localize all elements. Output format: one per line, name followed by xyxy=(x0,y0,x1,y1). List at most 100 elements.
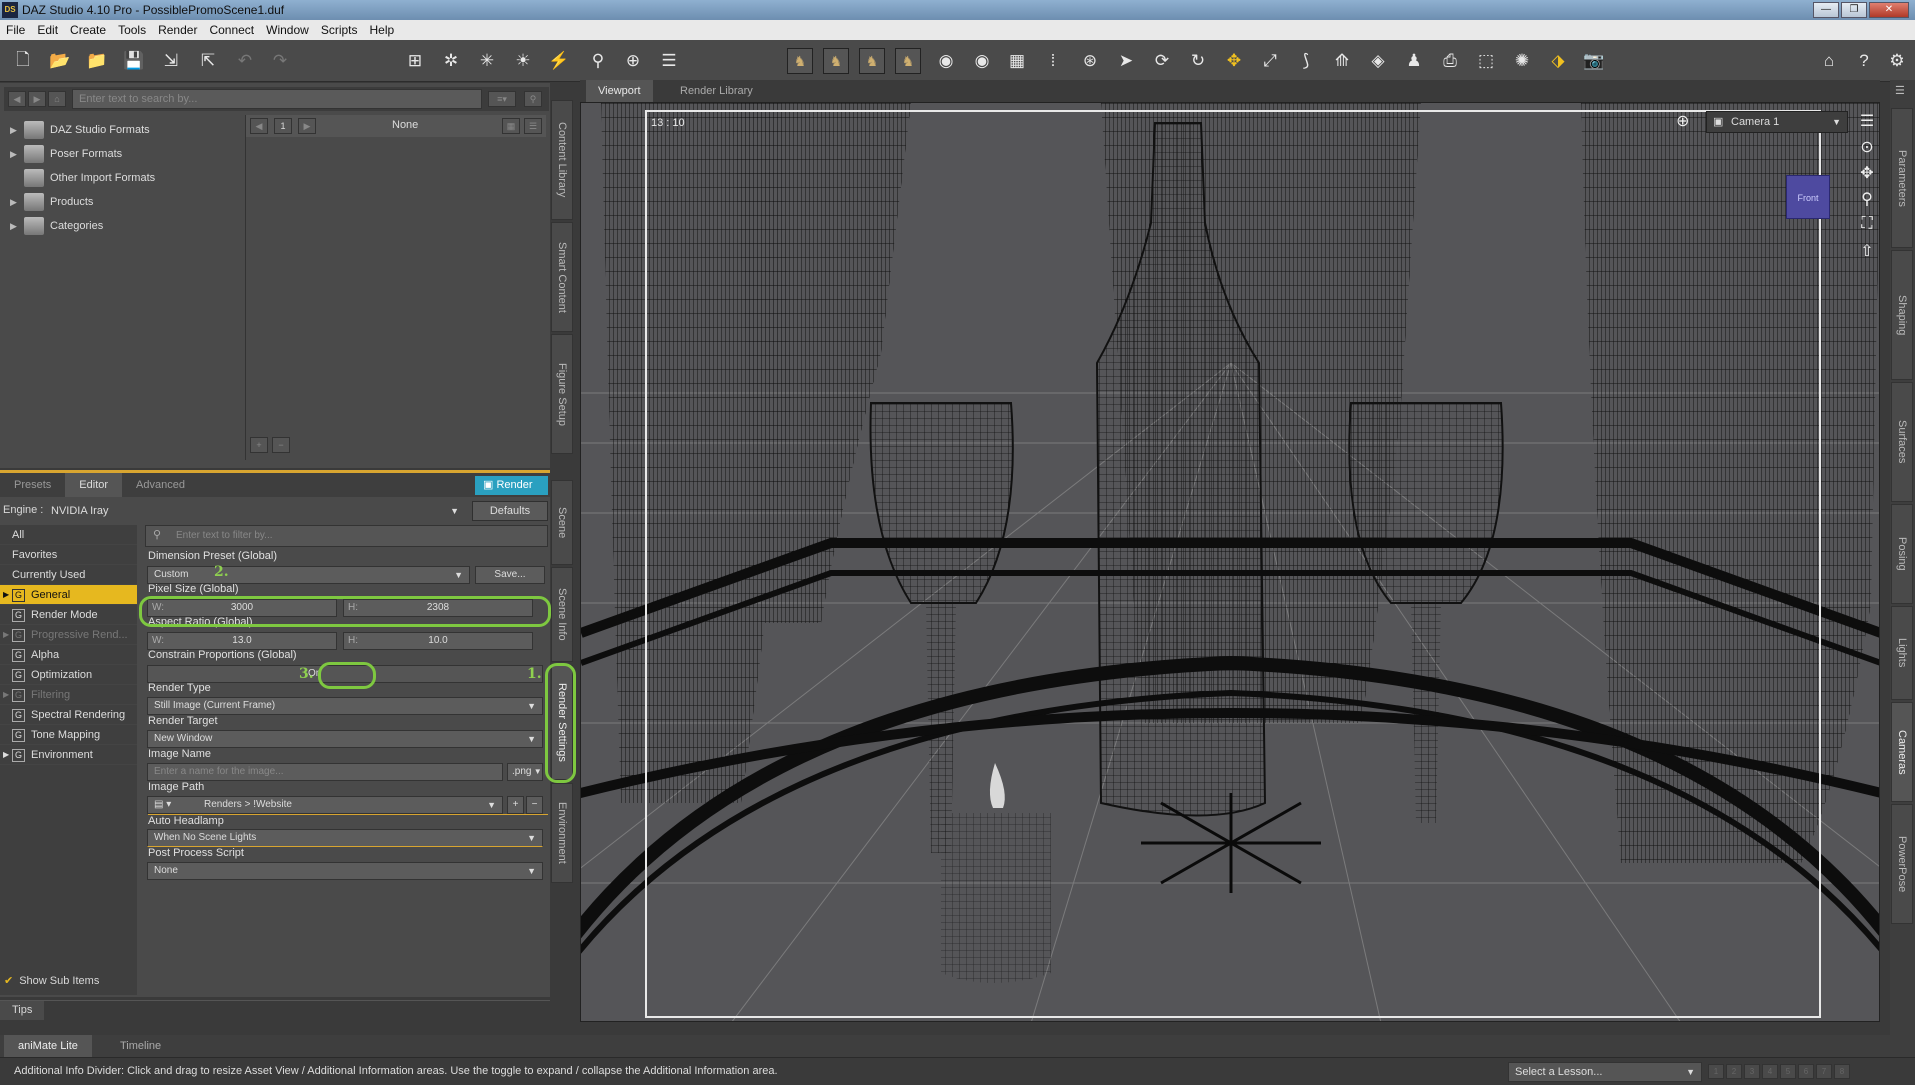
lesson-page[interactable]: 2 xyxy=(1726,1064,1742,1079)
scale-icon[interactable]: ⤢ xyxy=(1257,48,1283,74)
category-render-mode[interactable]: G Render Mode xyxy=(0,605,137,625)
lesson-page[interactable]: 4 xyxy=(1762,1064,1778,1079)
category-optimization[interactable]: G Optimization xyxy=(0,665,137,685)
navigation-cube[interactable]: Front xyxy=(1786,175,1830,219)
lock-camera-icon[interactable]: ⬗ xyxy=(1545,48,1571,74)
asset-filter-value[interactable]: None xyxy=(392,119,418,131)
grid-icon[interactable]: ⁞ xyxy=(1040,48,1066,74)
category-filtering[interactable]: ▶ G Filtering xyxy=(0,685,137,705)
tab-tips[interactable]: Tips xyxy=(0,1001,45,1020)
back-icon[interactable]: ◀ xyxy=(8,91,26,107)
category-spectral-rendering[interactable]: G Spectral Rendering xyxy=(0,705,137,725)
category-environment[interactable]: ▶ G Environment xyxy=(0,745,137,765)
camera-tool-icon[interactable]: ⎙ xyxy=(1437,48,1463,74)
filter-input[interactable]: Enter text to filter by... xyxy=(145,525,548,547)
tab-cameras[interactable]: Cameras xyxy=(1891,702,1913,802)
tab-surfaces[interactable]: Surfaces xyxy=(1891,382,1913,502)
universal-tool-icon[interactable]: ⊛ xyxy=(1077,48,1103,74)
orbit-icon[interactable]: ⊙ xyxy=(1856,137,1878,159)
tab-scene[interactable]: Scene xyxy=(551,480,573,565)
aspect-width-slider[interactable]: W: 13.0 xyxy=(147,632,337,650)
tab-viewport[interactable]: Viewport xyxy=(586,80,653,102)
engine-select[interactable]: NVIDIA Iray ▼ xyxy=(44,501,466,521)
tab-environment[interactable]: Environment xyxy=(551,783,573,883)
joint-editor-icon[interactable]: ⟆ xyxy=(1293,48,1319,74)
tab-advanced[interactable]: Advanced xyxy=(122,473,199,497)
menu-scripts[interactable]: Scripts xyxy=(321,23,358,37)
surface-selection-icon[interactable]: ◈ xyxy=(1365,48,1391,74)
search-icon[interactable]: ⚲ xyxy=(524,91,542,107)
tab-figure-setup[interactable]: Figure Setup xyxy=(551,334,573,454)
image-ext-select[interactable]: .png ▼ xyxy=(507,763,543,781)
pan-icon[interactable]: ✥ xyxy=(1856,163,1878,185)
camera-select[interactable]: ▣ Camera 1 ▼ xyxy=(1706,111,1848,133)
lesson-page[interactable]: 5 xyxy=(1780,1064,1796,1079)
database-icon[interactable]: ≡▾ xyxy=(488,91,516,107)
menu-window[interactable]: Window xyxy=(266,23,309,37)
tab-editor[interactable]: Editor xyxy=(65,473,123,497)
linear-light-icon[interactable]: ⚡ xyxy=(546,48,572,74)
image-name-input[interactable]: Enter a name for the image... xyxy=(147,763,503,781)
show-sub-items-checkbox[interactable]: ✔ Show Sub Items xyxy=(4,974,99,988)
tab-scene-info[interactable]: Scene Info xyxy=(551,567,573,662)
lesson-select[interactable]: Select a Lesson... ▼ xyxy=(1508,1062,1702,1082)
figure-thumbnail-icon[interactable]: ♞ xyxy=(823,48,849,74)
undo-icon[interactable]: ↶ xyxy=(232,48,258,74)
reset-view-icon[interactable]: ⇧ xyxy=(1856,241,1878,263)
menu-create[interactable]: Create xyxy=(70,23,106,37)
tab-posing[interactable]: Posing xyxy=(1891,504,1913,604)
merge-icon[interactable]: 📁 xyxy=(84,48,110,74)
tab-shaping[interactable]: Shaping xyxy=(1891,250,1913,380)
category-currently-used[interactable]: Currently Used xyxy=(0,565,137,585)
save-preset-button[interactable]: Save... xyxy=(475,566,545,584)
tab-presets[interactable]: Presets xyxy=(0,473,65,497)
add-path-icon[interactable]: + xyxy=(507,796,524,814)
redo-icon[interactable]: ↷ xyxy=(267,48,293,74)
tab-smart-content[interactable]: Smart Content xyxy=(551,222,573,332)
close-button[interactable]: ✕ xyxy=(1869,2,1909,18)
tab-powerpose[interactable]: PowerPose xyxy=(1891,804,1913,924)
category-progressive-rendering[interactable]: ▶ G Progressive Rend... xyxy=(0,625,137,645)
menu-file[interactable]: File xyxy=(6,23,25,37)
remove-button[interactable]: − xyxy=(272,437,290,453)
home-icon[interactable]: ⌂ xyxy=(48,91,66,107)
lesson-page[interactable]: 7 xyxy=(1816,1064,1832,1079)
image-path-select[interactable]: ▤ ▾ Renders > !Website ▼ xyxy=(147,796,503,814)
iray-preview-icon[interactable]: ◉ xyxy=(969,48,995,74)
distant-light-icon[interactable]: ☀ xyxy=(510,48,536,74)
headlamp-select[interactable]: When No Scene Lights ▼ xyxy=(147,829,543,847)
menu-edit[interactable]: Edit xyxy=(37,23,58,37)
menu-render[interactable]: Render xyxy=(158,23,197,37)
render-type-select[interactable]: Still Image (Current Frame) ▼ xyxy=(147,697,543,715)
globe-icon[interactable]: ⊕ xyxy=(1676,111,1689,131)
page-prev-icon[interactable]: ◀ xyxy=(250,118,268,134)
render-preview-icon[interactable]: ◉ xyxy=(933,48,959,74)
open-icon[interactable]: 📂 xyxy=(47,48,73,74)
zoom-icon[interactable]: ⚲ xyxy=(1856,189,1878,211)
translate-icon[interactable]: ✥ xyxy=(1221,48,1247,74)
create-group-icon[interactable]: ⊞ xyxy=(402,48,428,74)
tree-item-other-import-formats[interactable]: Other Import Formats xyxy=(10,167,155,189)
export-icon[interactable]: ⇱ xyxy=(195,48,221,74)
node-selection-icon[interactable]: ➤ xyxy=(1113,48,1139,74)
lesson-page[interactable]: 6 xyxy=(1798,1064,1814,1079)
maximize-button[interactable]: ❐ xyxy=(1841,2,1867,18)
save-icon[interactable]: 💾 xyxy=(121,48,147,74)
figure-thumbnail-icon[interactable]: ♞ xyxy=(895,48,921,74)
lesson-page[interactable]: 3 xyxy=(1744,1064,1760,1079)
render-camera-icon[interactable]: 📷 xyxy=(1581,48,1607,74)
list-view-icon[interactable]: ☰ xyxy=(524,118,542,134)
posing-icon[interactable]: ♟ xyxy=(1401,48,1427,74)
content-search-input[interactable]: Enter text to search by... xyxy=(72,89,482,109)
remove-path-icon[interactable]: − xyxy=(526,796,543,814)
tab-render-library[interactable]: Render Library xyxy=(668,80,765,102)
render-target-select[interactable]: New Window ▼ xyxy=(147,730,543,748)
tab-content-library[interactable]: Content Library xyxy=(551,100,573,220)
aspect-height-slider[interactable]: H: 10.0 xyxy=(343,632,533,650)
tree-item-daz-studio-formats[interactable]: ▶ DAZ Studio Formats xyxy=(10,119,150,141)
tab-timeline[interactable]: Timeline xyxy=(106,1035,175,1057)
point-light-icon[interactable]: ✳ xyxy=(474,48,500,74)
add-button[interactable]: + xyxy=(250,437,268,453)
figure-thumbnail-icon[interactable]: ♞ xyxy=(859,48,885,74)
render-button[interactable]: ▣ Render xyxy=(475,476,548,495)
